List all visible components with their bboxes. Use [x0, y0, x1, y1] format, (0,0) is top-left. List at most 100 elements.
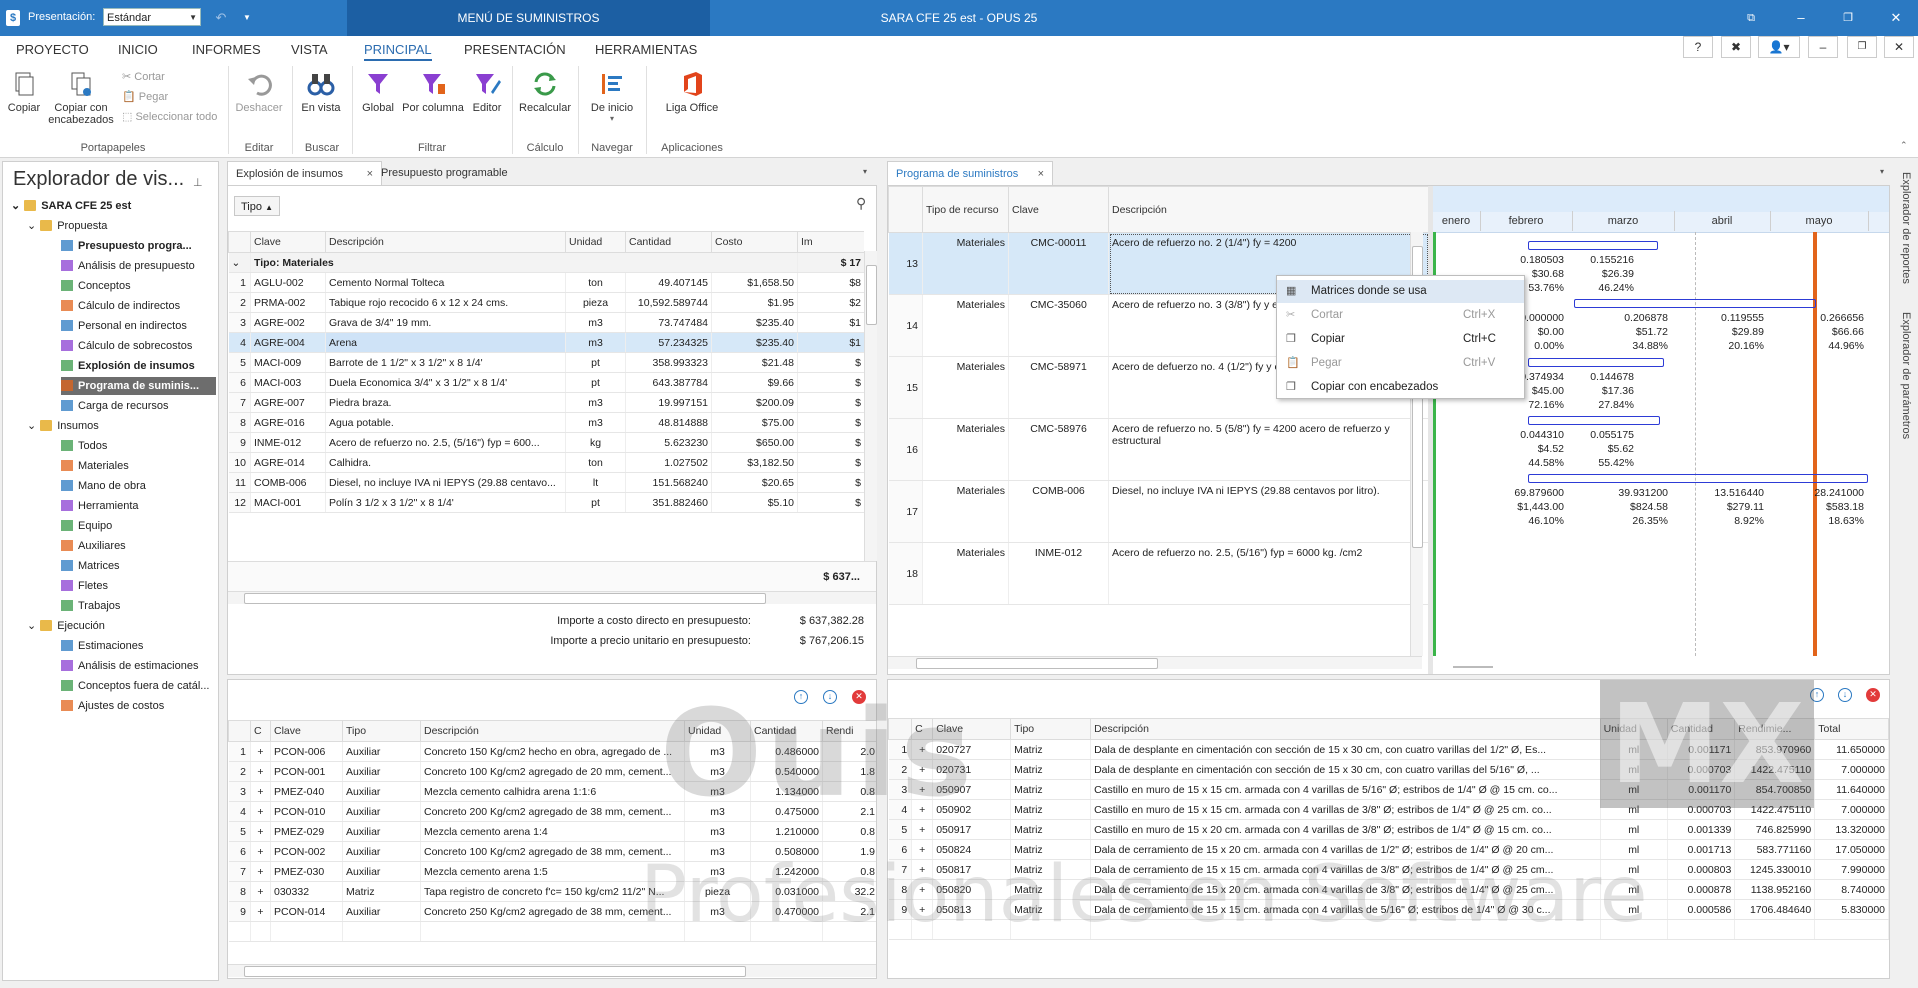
table-row[interactable]: 7 + PMEZ-030 Auxiliar Mezcla cemento arena 1…: [228, 861, 876, 882]
table-row[interactable]: 8 +050820 Matriz Dala de cerramiento de 15 …: [888, 879, 1889, 900]
close-tab-icon[interactable]: ×: [1038, 162, 1044, 186]
col-unidad[interactable]: Unidad: [565, 231, 626, 253]
tab-principal[interactable]: PRINCIPAL: [364, 42, 432, 61]
tree-item[interactable]: Programa de suminis...: [61, 377, 216, 395]
table-row[interactable]: 8 +030332 Matriz Tapa registro de concreto …: [228, 881, 876, 902]
col-clave[interactable]: Clave: [932, 718, 1012, 740]
group-expander-icon[interactable]: ⌄: [228, 252, 251, 273]
expand-plus-icon[interactable]: +: [911, 819, 934, 840]
expand-plus-icon[interactable]: +: [911, 799, 934, 820]
col-descripcion[interactable]: Descripción: [1108, 186, 1428, 233]
col-tipo[interactable]: Tipo: [342, 720, 421, 742]
table-row[interactable]: 5 + PMEZ-029 Auxiliar Mezcla cemento arena 1…: [228, 821, 876, 842]
filter-global-button[interactable]: Global: [358, 70, 398, 114]
copy-button[interactable]: Copiar: [6, 70, 42, 114]
tree-item[interactable]: Herramienta: [61, 497, 139, 515]
restore-layout-icon[interactable]: ⧉: [1742, 9, 1760, 27]
tree-item[interactable]: Personal en indirectos: [61, 317, 187, 335]
tree-item[interactable]: ⌄ Ejecución: [27, 617, 105, 635]
side-tab-reportes[interactable]: Explorador de reportes: [1900, 172, 1912, 284]
minimize-icon[interactable]: –: [1792, 9, 1810, 27]
tab-presupuesto-programable[interactable]: Presupuesto programable: [373, 161, 516, 185]
tab-herramientas[interactable]: HERRAMIENTAS: [595, 42, 697, 57]
table-row[interactable]: 5 MACI-009 Barrote de 1 1/2" x 3 1/2" x 8 …: [228, 352, 864, 373]
table-row[interactable]: 4 AGRE-004 Arena m3 57.234325 $235.40 $1: [228, 332, 864, 353]
table-row[interactable]: 1 +020727 Matriz Dala de desplante en cimen…: [888, 739, 1889, 760]
expand-plus-icon[interactable]: +: [250, 881, 271, 902]
table-row[interactable]: 4 +050902 Matriz Castillo en muro de 15 x 1…: [888, 799, 1889, 820]
undo-icon[interactable]: ↶: [212, 9, 230, 27]
tree-item[interactable]: ⌄ Propuesta: [27, 217, 107, 235]
tab-proyecto[interactable]: PROYECTO: [16, 42, 89, 57]
move-up-icon[interactable]: ↑: [794, 690, 808, 704]
tab-inicio[interactable]: INICIO: [118, 42, 158, 57]
gantt-bar[interactable]: [1574, 299, 1816, 308]
expand-plus-icon[interactable]: +: [911, 779, 934, 800]
expand-plus-icon[interactable]: +: [911, 839, 934, 860]
menu-item-matrices[interactable]: ▦ Matrices donde se usa: [1277, 280, 1524, 303]
search-icon[interactable]: ⚲: [856, 195, 866, 212]
table-row[interactable]: 4 + PCON-010 Auxiliar Concreto 200 Kg/cm2 ag…: [228, 801, 876, 822]
tree-item[interactable]: Cálculo de sobrecostos: [61, 337, 192, 355]
en-vista-button[interactable]: En vista: [298, 70, 344, 114]
table-row[interactable]: 9 +050813 Matriz Dala de cerramiento de 15 …: [888, 899, 1889, 920]
col-total[interactable]: Total: [1814, 718, 1889, 740]
de-inicio-button[interactable]: De inicio ▾: [584, 70, 640, 123]
table-row[interactable]: 2 + PCON-001 Auxiliar Concreto 100 Kg/cm2 ag…: [228, 761, 876, 782]
col-unidad[interactable]: Unidad: [684, 720, 751, 742]
gantt-bar[interactable]: [1528, 416, 1660, 425]
table-row[interactable]: 1 AGLU-002 Cemento Normal Tolteca ton 49.407…: [228, 272, 864, 293]
tab-presentacion[interactable]: PRESENTACIÓN: [464, 42, 566, 57]
expand-plus-icon[interactable]: +: [250, 861, 271, 882]
scroll-thumb[interactable]: [866, 265, 877, 325]
tree-item[interactable]: Cálculo de indirectos: [61, 297, 180, 315]
expand-plus-icon[interactable]: +: [250, 741, 271, 762]
col-c[interactable]: C: [911, 718, 934, 740]
tree-item[interactable]: Mano de obra: [61, 477, 146, 495]
tree-item[interactable]: Trabajos: [61, 597, 120, 615]
scroll-thumb[interactable]: [244, 966, 746, 977]
col-cantidad[interactable]: Cantidad: [1666, 718, 1736, 740]
expand-plus-icon[interactable]: +: [250, 761, 271, 782]
col-importe[interactable]: Im: [797, 231, 864, 253]
tab-explosion-insumos[interactable]: Explosión de insumos ×: [227, 161, 382, 186]
table-row[interactable]: 6 MACI-003 Duela Economica 3/4" x 3 1/2" x…: [228, 372, 864, 393]
tree-item[interactable]: Matrices: [61, 557, 120, 575]
col-rendimiento[interactable]: Rendimie...: [1734, 718, 1816, 740]
table-row[interactable]: 8 AGRE-016 Agua potable. m3 48.814888 $75.00 $: [228, 412, 864, 433]
explosion-vscroll[interactable]: [864, 251, 877, 561]
tree-item[interactable]: Auxiliares: [61, 537, 126, 555]
help-button[interactable]: ?: [1683, 36, 1713, 58]
maximize-icon[interactable]: ❐: [1839, 9, 1857, 27]
expand-plus-icon[interactable]: +: [911, 899, 934, 920]
table-row[interactable]: 7 AGRE-007 Piedra braza. m3 19.997151 $200.09…: [228, 392, 864, 413]
menu-item-copiar[interactable]: ❐ Copiar Ctrl+C: [1277, 328, 1524, 351]
tab-vista[interactable]: VISTA: [291, 42, 328, 57]
gantt-bar[interactable]: [1528, 241, 1658, 250]
col-costo[interactable]: Costo: [711, 231, 798, 253]
gantt-hscroll-thumb[interactable]: [1453, 666, 1493, 668]
tree-item[interactable]: Carga de recursos: [61, 397, 169, 415]
table-row[interactable]: 3 AGRE-002 Grava de 3/4" 19 mm. m3 73.747484…: [228, 312, 864, 333]
explosion-hscroll[interactable]: [228, 591, 876, 604]
options-icon[interactable]: ✖: [1721, 36, 1751, 58]
expand-icon[interactable]: ⌄: [27, 420, 36, 432]
gantt-bar[interactable]: [1528, 358, 1664, 367]
doc-restore-icon[interactable]: ❐: [1847, 36, 1877, 58]
delete-icon[interactable]: ✕: [852, 690, 866, 704]
select-all-button[interactable]: ⬚ Seleccionar todo: [122, 110, 217, 123]
tree-item[interactable]: Fletes: [61, 577, 108, 595]
col-unidad[interactable]: Unidad: [1599, 718, 1668, 740]
table-row[interactable]: 3 + PMEZ-040 Auxiliar Mezcla cemento calhidr…: [228, 781, 876, 802]
liga-office-button[interactable]: Liga Office: [656, 70, 728, 114]
tree-item[interactable]: Presupuesto progra...: [61, 237, 192, 255]
table-row[interactable]: 12 MACI-001 Polín 3 1/2 x 3 1/2" x 8 1/4' p…: [228, 492, 864, 513]
bottom-left-hscroll[interactable]: [228, 964, 876, 977]
expand-icon[interactable]: ⌄: [27, 220, 36, 232]
table-row[interactable]: 2 PRMA-002 Tabique rojo recocido 6 x 12 x …: [228, 292, 864, 313]
gantt-bar[interactable]: [1528, 474, 1868, 483]
table-row[interactable]: 16 Materiales CMC-58976 Acero de refuerzo n…: [888, 418, 1428, 481]
expand-icon[interactable]: ⌄: [11, 200, 20, 212]
tree-item[interactable]: Explosión de insumos: [61, 357, 195, 375]
table-row[interactable]: 17 Materiales COMB-006 Diesel, no incluye I…: [888, 480, 1428, 543]
